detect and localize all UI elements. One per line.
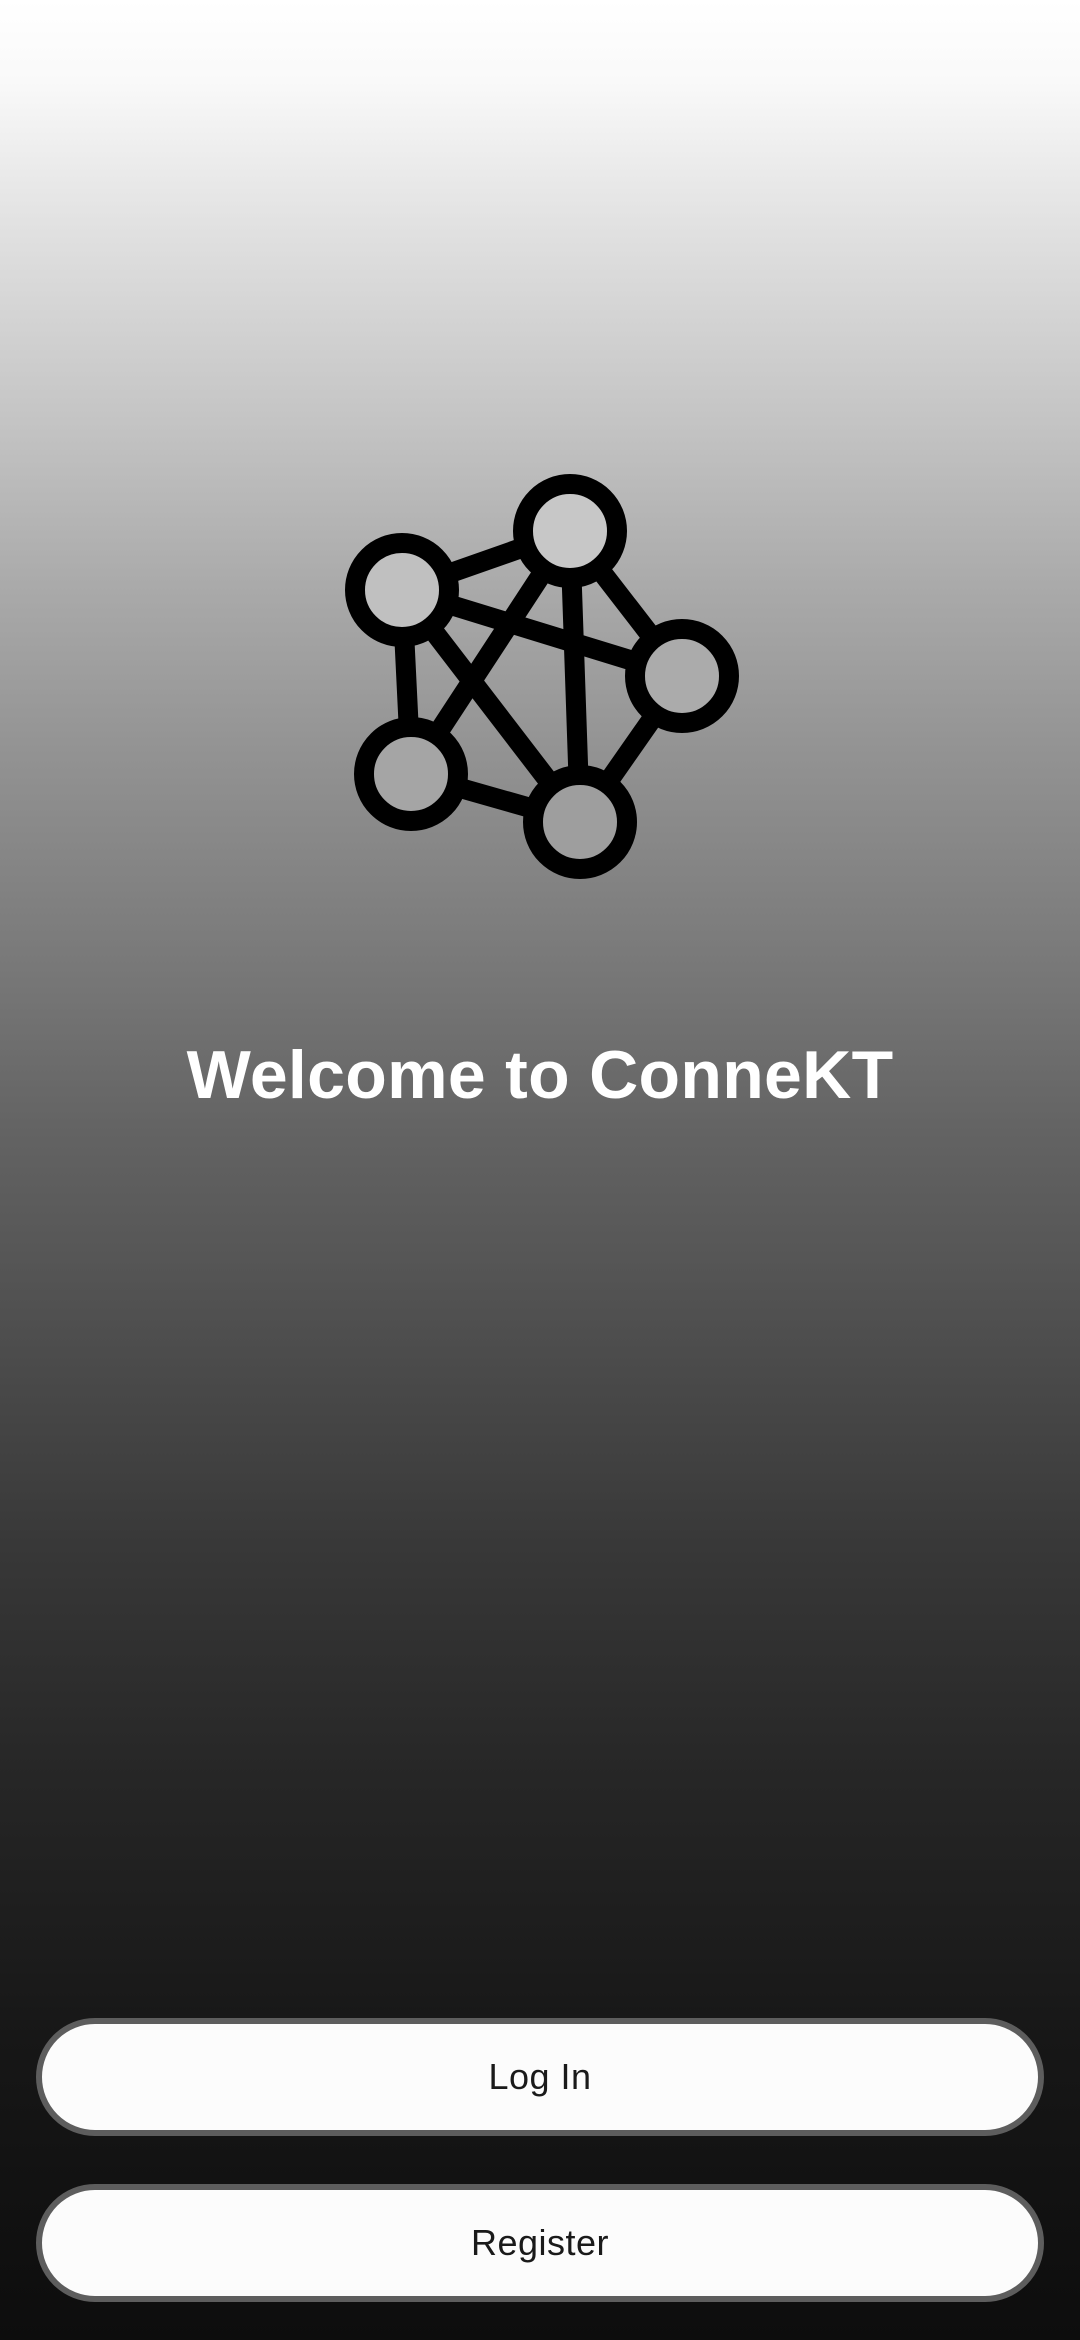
welcome-title: Welcome to ConneKT — [186, 1037, 894, 1113]
register-button-label: Register — [470, 2222, 610, 2263]
network-graph-icon — [335, 462, 755, 892]
login-button-label: Log In — [488, 2056, 592, 2097]
register-button[interactable]: Register — [36, 2184, 1044, 2302]
login-button[interactable]: Log In — [36, 2018, 1044, 2136]
